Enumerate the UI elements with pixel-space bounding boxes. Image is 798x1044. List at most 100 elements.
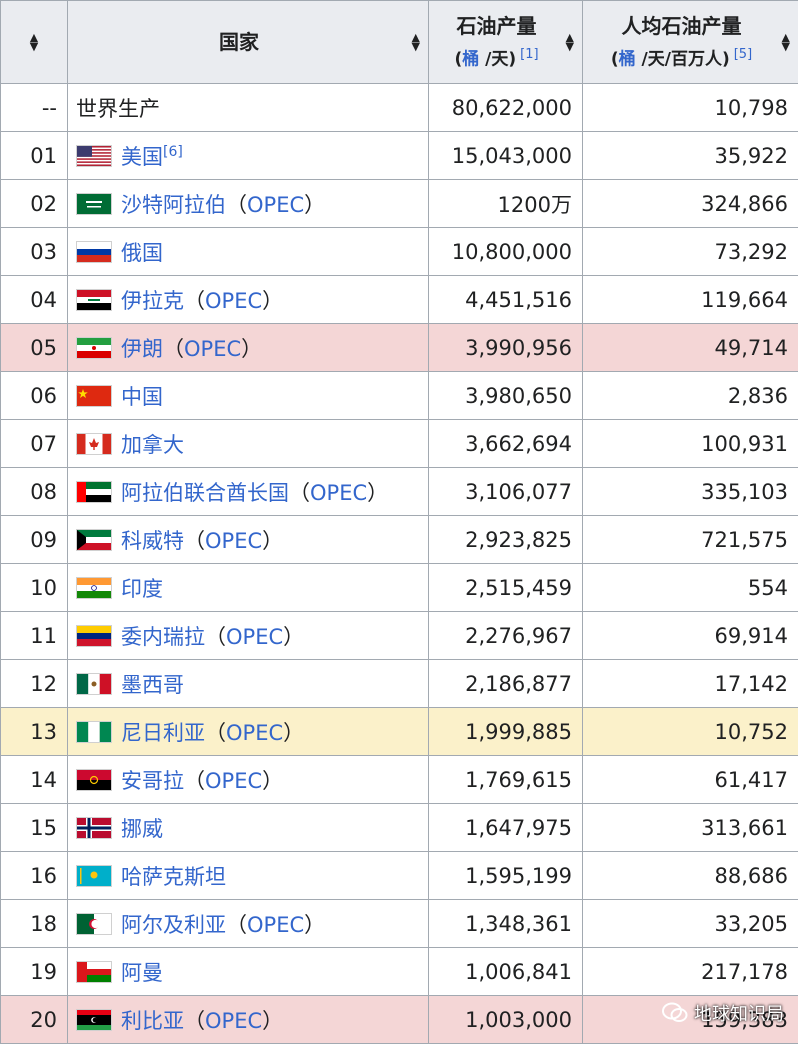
flag-ly-icon (76, 1009, 112, 1031)
rank-cell: 08 (0, 467, 68, 516)
country-cell: 阿曼 (67, 947, 429, 996)
country-name[interactable]: 印度 (121, 577, 163, 601)
production-column-header[interactable]: 石油产量 (桶 /天) [1] ▲ ▼ (428, 0, 583, 84)
country-name[interactable]: 墨西哥 (121, 673, 184, 697)
reference-link[interactable]: [1] (520, 47, 538, 62)
reference-link[interactable]: [6] (163, 144, 183, 160)
table-row: 12 墨西哥 2,186,877 17,142 (0, 659, 798, 708)
country-name[interactable]: 伊朗 (121, 337, 163, 361)
country-name[interactable]: 哈萨克斯坦 (121, 865, 226, 889)
production-cell: 3,990,956 (428, 323, 583, 372)
oil-production-table: ▲ ▼ 国家 ▲ ▼ 石油产量 (桶 /天) [1] ▲ ▼ 人均石油产量 (桶 /天/… (0, 0, 798, 1044)
table-row: 15 挪威 1,647,975 313,661 (0, 803, 798, 852)
country-name[interactable]: 安哥拉 (121, 769, 184, 793)
per-capita-unit: (桶 /天/百万人) [5] (610, 46, 753, 70)
country-name[interactable]: 科威特 (121, 529, 184, 553)
rank-cell: 12 (0, 659, 68, 708)
rank-column-header[interactable]: ▲ ▼ (0, 0, 68, 84)
country-cell: 委内瑞拉（OPEC） (67, 611, 429, 660)
sort-icon[interactable]: ▲ ▼ (782, 32, 790, 52)
country-cell: 世界生产 (67, 83, 429, 132)
rank-cell: 01 (0, 131, 68, 180)
country-cell: 利比亚（OPEC） (67, 995, 429, 1044)
table-row: 13 尼日利亚（OPEC） 1,999,885 10,752 (0, 707, 798, 756)
rank-cell: 04 (0, 275, 68, 324)
country-name[interactable]: 中国 (121, 385, 163, 409)
production-cell: 1,769,615 (428, 755, 583, 804)
production-cell: 3,106,077 (428, 467, 583, 516)
opec-link[interactable]: OPEC (205, 769, 262, 793)
country-name[interactable]: 俄国 (121, 241, 163, 265)
flag-no-icon (76, 817, 112, 839)
reference-link[interactable]: [5] (734, 47, 752, 62)
opec-link[interactable]: OPEC (184, 337, 241, 361)
country-name[interactable]: 尼日利亚 (121, 721, 205, 745)
table-row: 04 伊拉克（OPEC） 4,451,516 119,664 (0, 275, 798, 324)
flag-iq-icon (76, 289, 112, 311)
rank-cell: 14 (0, 755, 68, 804)
table-row: 06 中国 3,980,650 2,836 (0, 371, 798, 420)
country-cell: 墨西哥 (67, 659, 429, 708)
opec-link[interactable]: OPEC (226, 721, 283, 745)
country-name[interactable]: 伊拉克 (121, 289, 184, 313)
table-row: 05 伊朗（OPEC） 3,990,956 49,714 (0, 323, 798, 372)
country-name[interactable]: 挪威 (121, 817, 163, 841)
barrel-link[interactable]: 桶 (619, 49, 636, 69)
production-cell: 1,003,000 (428, 995, 583, 1044)
production-cell: 1,006,841 (428, 947, 583, 996)
opec-link[interactable]: OPEC (247, 193, 304, 217)
per-capita-column-header[interactable]: 人均石油产量 (桶 /天/百万人) [5] ▲ ▼ (582, 0, 798, 84)
country-column-header[interactable]: 国家 ▲ ▼ (67, 0, 429, 84)
table-row: 14 安哥拉（OPEC） 1,769,615 61,417 (0, 755, 798, 804)
rank-cell: -- (0, 83, 68, 132)
production-cell: 1200万 (428, 179, 583, 228)
opec-link[interactable]: OPEC (205, 529, 262, 553)
flag-kz-icon (76, 865, 112, 887)
country-name[interactable]: 阿曼 (121, 961, 163, 985)
per-capita-cell: 73,292 (582, 227, 798, 276)
rank-cell: 13 (0, 707, 68, 756)
production-cell: 2,186,877 (428, 659, 583, 708)
country-cell: 阿拉伯联合酋长国（OPEC） (67, 467, 429, 516)
per-capita-cell: 61,417 (582, 755, 798, 804)
country-name[interactable]: 利比亚 (121, 1009, 184, 1033)
barrel-link[interactable]: 桶 (462, 49, 479, 69)
per-capita-cell: 69,914 (582, 611, 798, 660)
flag-mx-icon (76, 673, 112, 695)
opec-link[interactable]: OPEC (205, 1009, 262, 1033)
country-name[interactable]: 阿尔及利亚 (121, 913, 226, 937)
country-name[interactable]: 沙特阿拉伯 (121, 193, 226, 217)
production-cell: 2,923,825 (428, 515, 583, 564)
flag-us-icon (76, 145, 112, 167)
country-name[interactable]: 阿拉伯联合酋长国 (121, 481, 289, 505)
sort-icon[interactable]: ▲ ▼ (412, 32, 420, 52)
country-name[interactable]: 加拿大 (121, 433, 184, 457)
per-capita-cell: 119,664 (582, 275, 798, 324)
rank-cell: 06 (0, 371, 68, 420)
rank-cell: 18 (0, 899, 68, 948)
production-header-label: 石油产量 (456, 13, 537, 38)
per-capita-cell: 17,142 (582, 659, 798, 708)
country-cell: 伊朗（OPEC） (67, 323, 429, 372)
rank-cell: 16 (0, 851, 68, 900)
rank-cell: 11 (0, 611, 68, 660)
rank-cell: 20 (0, 995, 68, 1044)
table-row: 02 沙特阿拉伯（OPEC） 1200万 324,866 (0, 179, 798, 228)
per-capita-cell: 33,205 (582, 899, 798, 948)
per-capita-cell: 721,575 (582, 515, 798, 564)
sort-icon[interactable]: ▲ ▼ (30, 32, 38, 52)
flag-dz-icon (76, 913, 112, 935)
opec-link[interactable]: OPEC (205, 289, 262, 313)
opec-link[interactable]: OPEC (310, 481, 367, 505)
opec-link[interactable]: OPEC (226, 625, 283, 649)
rank-cell: 02 (0, 179, 68, 228)
country-name[interactable]: 委内瑞拉 (121, 625, 205, 649)
table-row: 09 科威特（OPEC） 2,923,825 721,575 (0, 515, 798, 564)
opec-link[interactable]: OPEC (247, 913, 304, 937)
flag-ao-icon (76, 769, 112, 791)
production-cell: 1,348,361 (428, 899, 583, 948)
rank-cell: 09 (0, 515, 68, 564)
country-name[interactable]: 美国 (121, 145, 163, 169)
sort-icon[interactable]: ▲ ▼ (566, 32, 574, 52)
per-capita-cell: 324,866 (582, 179, 798, 228)
